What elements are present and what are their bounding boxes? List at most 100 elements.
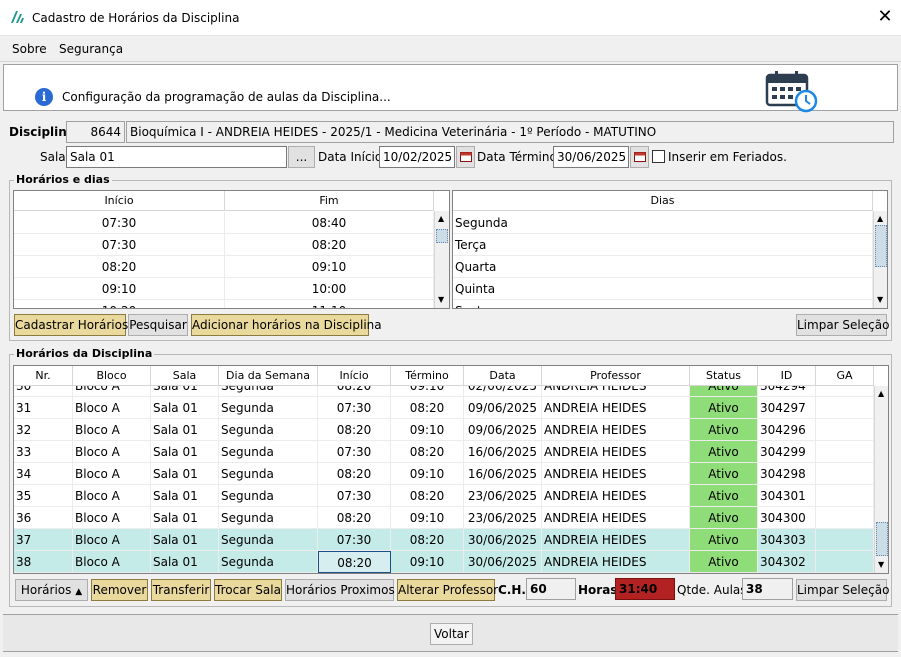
close-button[interactable]: ✕ bbox=[872, 6, 898, 30]
cell-id[interactable]: 304303 bbox=[758, 529, 816, 551]
scroll-up-icon[interactable]: ▲ bbox=[877, 214, 883, 224]
cell-id[interactable]: 304297 bbox=[758, 397, 816, 419]
cell-inicio[interactable]: 08:20 bbox=[318, 551, 391, 573]
disciplina-grid[interactable]: ▲ ▼ 30 Bloco A Sala 01 Segunda 08:20 09:10 02/… bbox=[13, 365, 889, 574]
cell-sala[interactable]: Sala 01 bbox=[151, 551, 219, 573]
horario-inicio-cell[interactable]: 07:30 bbox=[14, 234, 225, 256]
horario-fim-cell[interactable]: 10:00 bbox=[225, 278, 434, 300]
cell-id[interactable]: 304299 bbox=[758, 441, 816, 463]
cell-sala[interactable]: Sala 01 bbox=[151, 397, 219, 419]
cell-status[interactable]: Ativo bbox=[690, 485, 758, 507]
horario-fim-cell[interactable]: 11:10 bbox=[225, 300, 434, 308]
horarios-grid[interactable]: Início Fim 07:30 08:40 07:30 08:20 08:20 09:1… bbox=[13, 190, 450, 309]
header-nr[interactable]: Nr. bbox=[14, 366, 73, 386]
scroll-down-icon[interactable]: ▼ bbox=[878, 560, 884, 570]
cell-termino[interactable]: 09:10 bbox=[391, 463, 464, 485]
horario-inicio-cell[interactable]: 08:20 bbox=[14, 256, 225, 278]
cell-dia[interactable]: Segunda bbox=[219, 551, 318, 573]
cell-prof[interactable]: ANDREIA HEIDES bbox=[542, 507, 690, 529]
cell-dia[interactable]: Segunda bbox=[219, 397, 318, 419]
cell-inicio[interactable]: 07:30 bbox=[318, 441, 391, 463]
cell-status[interactable]: Ativo bbox=[690, 463, 758, 485]
cell-ga[interactable] bbox=[816, 551, 874, 573]
limpar-selecao-horarios-button[interactable]: Limpar Seleção bbox=[796, 314, 889, 336]
cell-dia[interactable]: Segunda bbox=[219, 419, 318, 441]
cell-prof[interactable]: ANDREIA HEIDES bbox=[542, 463, 690, 485]
header-prof[interactable]: Professor bbox=[542, 366, 690, 386]
cell-nr[interactable]: 34 bbox=[14, 463, 73, 485]
cell-termino[interactable]: 09:10 bbox=[391, 507, 464, 529]
cell-status[interactable]: Ativo bbox=[690, 507, 758, 529]
cell-bloco[interactable]: Bloco A bbox=[73, 463, 151, 485]
menu-sobre[interactable]: Sobre bbox=[12, 42, 47, 56]
sala-input[interactable]: Sala 01 bbox=[66, 146, 287, 168]
alterar-professor-button[interactable]: Alterar Professor bbox=[397, 579, 498, 601]
data-termino-calendar-button[interactable] bbox=[630, 146, 649, 168]
cell-ga[interactable] bbox=[816, 397, 874, 419]
cell-status[interactable]: Ativo bbox=[690, 397, 758, 419]
cell-nr[interactable]: 37 bbox=[14, 529, 73, 551]
cell-nr[interactable]: 38 bbox=[14, 551, 73, 573]
cell-id[interactable]: 304296 bbox=[758, 419, 816, 441]
dia-item[interactable]: Quinta bbox=[453, 278, 873, 300]
header-id[interactable]: ID bbox=[758, 366, 816, 386]
data-inicio-input[interactable]: 10/02/2025 bbox=[379, 146, 455, 168]
dia-item[interactable]: Quarta bbox=[453, 256, 873, 278]
cell-prof[interactable]: ANDREIA HEIDES bbox=[542, 441, 690, 463]
data-termino-input[interactable]: 30/06/2025 bbox=[553, 146, 629, 168]
remover-button[interactable]: Remover bbox=[91, 579, 148, 601]
cell-status[interactable]: Ativo bbox=[690, 551, 758, 573]
cell-bloco[interactable]: Bloco A bbox=[73, 397, 151, 419]
dia-item[interactable]: Sexta bbox=[453, 300, 873, 308]
transferir-button[interactable]: Transferir bbox=[151, 579, 211, 601]
cell-nr[interactable]: 31 bbox=[14, 397, 73, 419]
cell-dia[interactable]: Segunda bbox=[219, 441, 318, 463]
cell-inicio[interactable]: 08:20 bbox=[318, 463, 391, 485]
disciplina-scrollbar[interactable]: ▲ ▼ bbox=[874, 386, 888, 573]
scroll-up-icon[interactable]: ▲ bbox=[438, 214, 444, 224]
cell-bloco[interactable]: Bloco A bbox=[73, 441, 151, 463]
cell-bloco[interactable]: Bloco A bbox=[73, 529, 151, 551]
cell-prof[interactable]: ANDREIA HEIDES bbox=[542, 397, 690, 419]
cell-ga[interactable] bbox=[816, 463, 874, 485]
cell-data[interactable]: 30/06/2025 bbox=[464, 551, 542, 573]
header-inicio[interactable]: Início bbox=[14, 191, 225, 211]
horarios-proximos-button[interactable]: Horários Proximos bbox=[285, 579, 395, 601]
horario-inicio-cell[interactable]: 09:10 bbox=[14, 278, 225, 300]
cell-dia[interactable]: Segunda bbox=[219, 529, 318, 551]
voltar-button[interactable]: Voltar bbox=[430, 623, 473, 645]
cell-status[interactable]: Ativo bbox=[690, 441, 758, 463]
cell-inicio[interactable]: 07:30 bbox=[318, 397, 391, 419]
cell-dia[interactable]: Segunda bbox=[219, 463, 318, 485]
header-data[interactable]: Data bbox=[464, 366, 542, 386]
header-inicio[interactable]: Início bbox=[318, 366, 391, 386]
cell-nr[interactable]: 32 bbox=[14, 419, 73, 441]
horario-fim-cell[interactable]: 08:20 bbox=[225, 234, 434, 256]
limpar-selecao-button[interactable]: Limpar Seleção bbox=[796, 579, 889, 601]
cell-data[interactable]: 23/06/2025 bbox=[464, 507, 542, 529]
pesquisar-button[interactable]: Pesquisar bbox=[128, 314, 188, 336]
adicionar-horarios-button[interactable]: Adicionar horários na Disciplina bbox=[191, 314, 382, 336]
cell-data[interactable]: 23/06/2025 bbox=[464, 485, 542, 507]
cell-inicio[interactable]: 08:20 bbox=[318, 507, 391, 529]
header-sala[interactable]: Sala bbox=[151, 366, 219, 386]
cell-nr[interactable]: 33 bbox=[14, 441, 73, 463]
cell-termino[interactable]: 09:10 bbox=[391, 551, 464, 573]
horarios-dropdown-button[interactable]: Horários ▲ bbox=[15, 579, 88, 601]
cell-prof[interactable]: ANDREIA HEIDES bbox=[542, 551, 690, 573]
cadastrar-horarios-button[interactable]: Cadastrar Horários bbox=[14, 314, 128, 336]
cell-bloco[interactable]: Bloco A bbox=[73, 507, 151, 529]
header-dia[interactable]: Dia da Semana bbox=[219, 366, 318, 386]
scroll-thumb[interactable] bbox=[436, 229, 448, 243]
data-inicio-calendar-button[interactable] bbox=[456, 146, 475, 168]
cell-id[interactable]: 304298 bbox=[758, 463, 816, 485]
cell-status[interactable]: Ativo bbox=[690, 529, 758, 551]
cell-data[interactable]: 16/06/2025 bbox=[464, 441, 542, 463]
header-bloco[interactable]: Bloco bbox=[73, 366, 151, 386]
cell-nr[interactable]: 35 bbox=[14, 485, 73, 507]
scroll-thumb[interactable] bbox=[876, 522, 888, 556]
cell-ga[interactable] bbox=[816, 529, 874, 551]
cell-ga[interactable] bbox=[816, 441, 874, 463]
horario-fim-cell[interactable]: 08:40 bbox=[225, 212, 434, 234]
scroll-thumb[interactable] bbox=[875, 225, 887, 267]
